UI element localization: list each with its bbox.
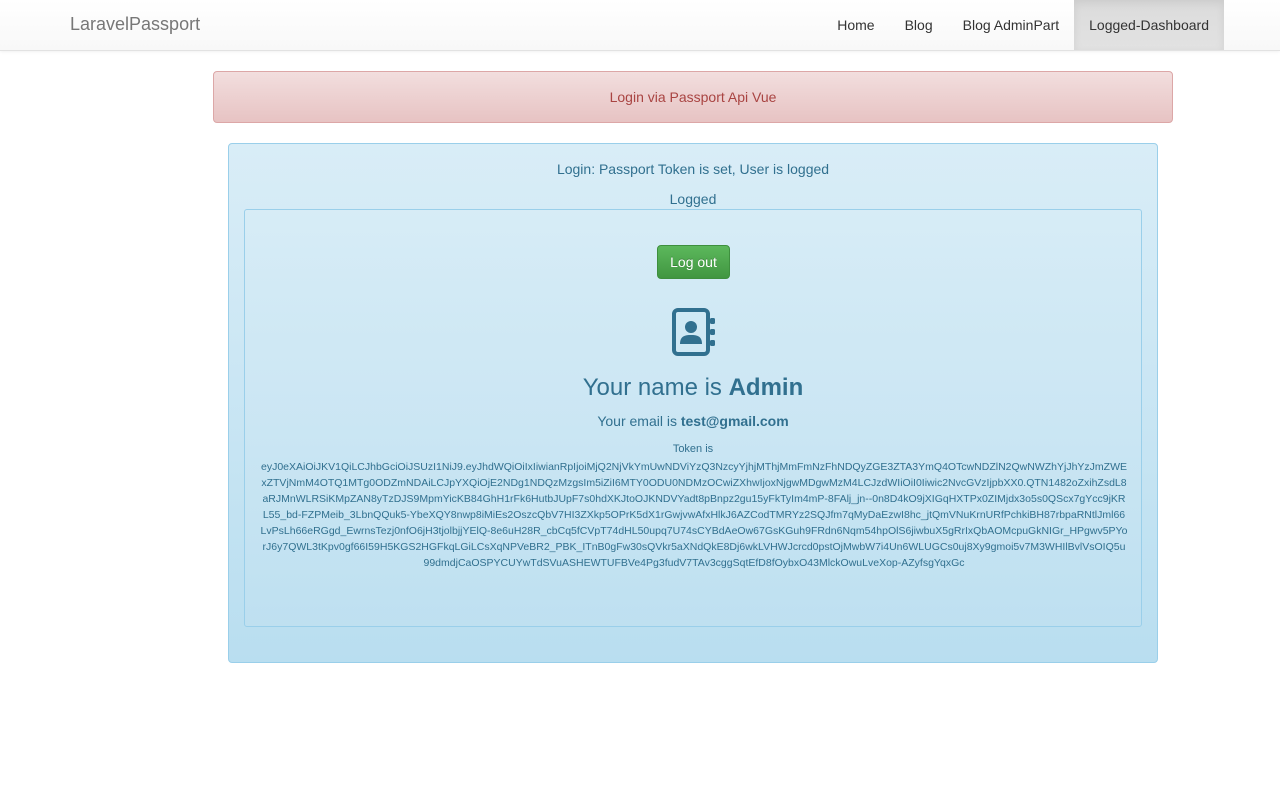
- nav-item-blog: Blog: [890, 0, 948, 50]
- logged-state-text: Logged: [669, 191, 717, 207]
- token-label: Token is: [672, 443, 714, 455]
- login-status-text: Login: Passport Token is set, User is lo…: [556, 161, 830, 177]
- user-email: test@gmail.com: [680, 413, 789, 429]
- user-name: Admin: [728, 374, 804, 401]
- address-book-icon: [672, 308, 715, 356]
- user-info-box: Log out Your name is Admin Your email is…: [244, 209, 1142, 627]
- navbar: LaravelPassport Home Blog Blog AdminPart…: [0, 0, 1280, 51]
- name-prefix: Your name is: [582, 374, 729, 401]
- logout-button[interactable]: Log out: [657, 245, 730, 279]
- nav-item-logged-dashboard: Logged-Dashboard: [1074, 0, 1224, 50]
- email-prefix: Your email is: [597, 413, 681, 429]
- nav-link-blog[interactable]: Blog: [890, 0, 948, 50]
- user-name-heading: Your name is Admin: [245, 374, 1141, 402]
- navbar-brand[interactable]: LaravelPassport: [70, 14, 200, 35]
- nav-link-home[interactable]: Home: [822, 0, 889, 50]
- login-status-panel: Login: Passport Token is set, User is lo…: [228, 143, 1158, 663]
- login-alert: Login via Passport Api Vue: [213, 71, 1173, 123]
- nav-item-blog-adminpart: Blog AdminPart: [948, 0, 1075, 50]
- login-alert-text: Login via Passport Api Vue: [609, 89, 777, 105]
- nav-link-blog-adminpart[interactable]: Blog AdminPart: [948, 0, 1075, 50]
- navbar-nav: Home Blog Blog AdminPart Logged-Dashboar…: [822, 0, 1224, 50]
- user-email-line: Your email is test@gmail.com: [245, 413, 1141, 429]
- token-value: eyJ0eXAiOiJKV1QiLCJhbGciOiJSUzI1NiJ9.eyJ…: [260, 461, 1128, 569]
- nav-item-home: Home: [822, 0, 889, 50]
- nav-link-logged-dashboard[interactable]: Logged-Dashboard: [1074, 0, 1224, 50]
